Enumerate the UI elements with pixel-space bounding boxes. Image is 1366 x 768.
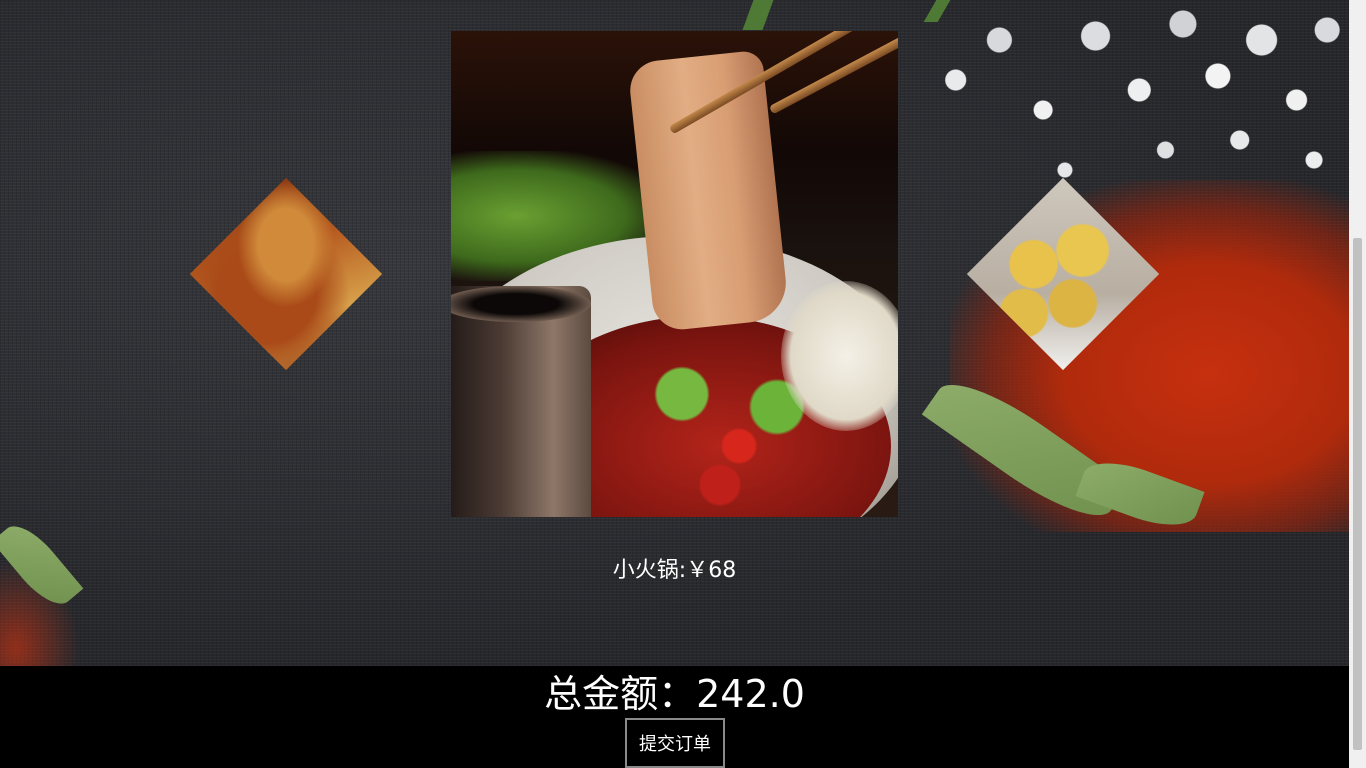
hot-pot-main-image[interactable] (451, 31, 898, 517)
submit-order-button[interactable]: 提交订单 (625, 718, 725, 768)
chopstick-graphic (768, 31, 898, 115)
order-summary-bar: 总金额：242.0 提交订单 (0, 666, 1349, 768)
product-name-price: 小火锅:￥68 (612, 558, 737, 583)
scrollbar-thumb[interactable] (1353, 238, 1362, 750)
total-amount: 总金额：242.0 (544, 672, 805, 716)
meat-slice-graphic (627, 49, 790, 333)
order-page: 小火锅:￥68 总金额：242.0 提交订单 (0, 0, 1366, 768)
vertical-scrollbar[interactable] (1349, 0, 1366, 768)
salt-crystals-decoration (912, 0, 1349, 200)
